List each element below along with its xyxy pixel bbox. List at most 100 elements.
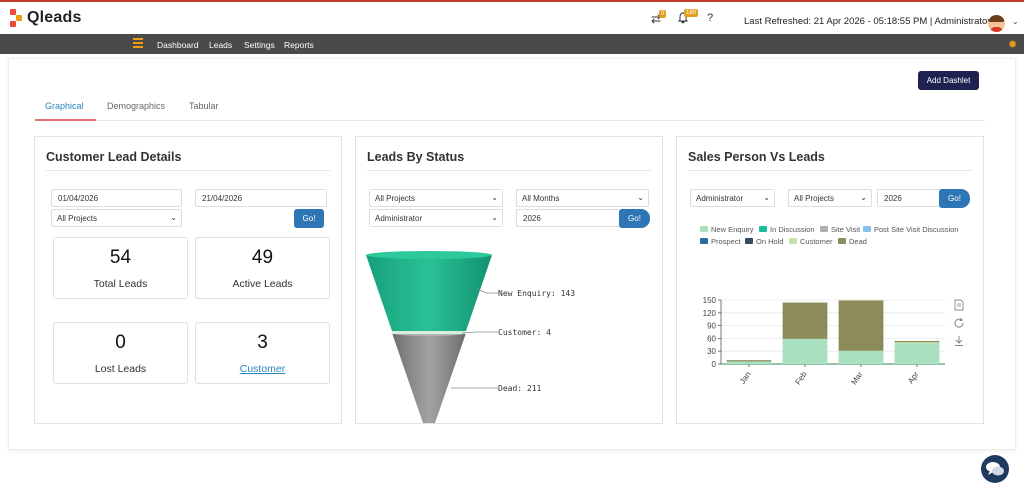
- divider: [46, 170, 330, 171]
- legend-label: Post Site Visit Discussion: [874, 225, 959, 234]
- divider: [688, 170, 972, 171]
- customer-link[interactable]: Customer: [196, 363, 329, 375]
- leads-by-status-card: Leads By Status All Projects ⌄ All Month…: [355, 136, 663, 424]
- x-tick-label: Apr: [906, 370, 921, 386]
- funnel-new-enquiry: [366, 255, 492, 331]
- nav-dashboard[interactable]: Dashboard: [157, 40, 199, 50]
- app-logo[interactable]: Qleads: [10, 9, 82, 27]
- chevron-down-icon: ⌄: [860, 193, 867, 202]
- funnel-customer: [392, 331, 466, 334]
- legend-item[interactable]: Post Site Visit Discussion: [863, 225, 958, 234]
- download-icon[interactable]: [953, 335, 965, 347]
- project-select[interactable]: All Projects ⌄: [51, 209, 182, 227]
- active-leads-value: 49: [251, 247, 274, 268]
- tab-tabular[interactable]: Tabular: [189, 101, 219, 111]
- go-button[interactable]: Go!: [294, 209, 324, 228]
- month-select-value: All Months: [522, 194, 560, 203]
- bar-dead-feb: [782, 302, 828, 339]
- card-title: Leads By Status: [367, 150, 465, 164]
- y-tick-label: 0: [712, 360, 717, 369]
- bar-dead-apr: [894, 340, 940, 343]
- legend-label: New Enquiry: [711, 225, 754, 234]
- customer-lead-card: Customer Lead Details 01/04/2026 21/04/2…: [34, 136, 342, 424]
- legend-item[interactable]: Prospect: [700, 237, 741, 246]
- nav-reports[interactable]: Reports: [284, 40, 314, 50]
- nav-leads[interactable]: Leads: [209, 40, 232, 50]
- from-date-field[interactable]: 01/04/2026: [51, 189, 182, 207]
- year-field[interactable]: 2026: [516, 209, 620, 227]
- legend-item[interactable]: In Discussion: [759, 225, 815, 234]
- transfer-badge: 0: [659, 10, 667, 18]
- legend-item[interactable]: New Enquiry: [700, 225, 754, 234]
- legend-label: In Discussion: [770, 225, 815, 234]
- legend-swatch: [789, 238, 797, 244]
- go-button[interactable]: Go!: [619, 209, 650, 228]
- lost-leads-card[interactable]: 0 Lost Leads: [53, 322, 188, 384]
- bar-new-enquiry-apr: [894, 343, 940, 364]
- total-leads-card[interactable]: 54 Total Leads: [53, 237, 188, 299]
- funnel-label-line-2: [461, 331, 498, 334]
- user-select[interactable]: Administrator ⌄: [690, 189, 775, 207]
- funnel-label-customer: Customer: 4: [498, 328, 551, 337]
- legend-swatch: [820, 226, 828, 232]
- help-icon[interactable]: ?: [707, 12, 713, 24]
- bar-new-enquiry-jan: [726, 361, 772, 364]
- bar-new-enquiry-mar: [838, 350, 884, 364]
- customer-card: 3 Customer: [195, 322, 330, 384]
- legend-item[interactable]: On Hold: [745, 237, 784, 246]
- divider: [367, 170, 651, 171]
- go-button[interactable]: Go!: [939, 189, 970, 208]
- user-select[interactable]: Administrator ⌄: [369, 209, 503, 227]
- x-tick-label: Mar: [849, 370, 864, 387]
- chevron-down-icon: ⌄: [491, 193, 498, 202]
- active-leads-label: Active Leads: [232, 278, 293, 290]
- y-tick-label: 150: [703, 296, 717, 305]
- user-select-value: Administrator: [696, 194, 744, 203]
- lost-leads-value: 0: [115, 332, 126, 353]
- legend-label: Dead: [849, 237, 867, 246]
- card-title: Sales Person Vs Leads: [688, 150, 825, 164]
- project-select[interactable]: All Projects ⌄: [788, 189, 872, 207]
- legend-item[interactable]: Customer: [789, 237, 833, 246]
- chevron-down-icon: ⌄: [170, 213, 177, 222]
- y-tick-label: 90: [707, 322, 716, 331]
- year-field[interactable]: 2026: [877, 189, 940, 207]
- bar-customer-apr: [894, 342, 940, 344]
- tabs-divider: [35, 120, 985, 121]
- funnel-top: [366, 251, 492, 259]
- main-navbar: Dashboard Leads Settings Reports ✹: [0, 34, 1024, 54]
- project-select[interactable]: All Projects ⌄: [369, 189, 503, 207]
- legend-item[interactable]: Dead: [838, 237, 867, 246]
- chart-legend: New Enquiry In Discussion Site Visit Pos…: [677, 225, 985, 249]
- qleads-logo-icon: [10, 9, 24, 27]
- gear-icon[interactable]: ✹: [1008, 38, 1017, 51]
- document-icon[interactable]: [953, 299, 965, 311]
- avatar[interactable]: [988, 15, 1005, 32]
- active-leads-card[interactable]: 49 Active Leads: [195, 237, 330, 299]
- refresh-icon[interactable]: [953, 317, 965, 329]
- menu-icon[interactable]: [133, 38, 143, 50]
- legend-swatch: [745, 238, 753, 244]
- chevron-down-icon[interactable]: ⌄: [1012, 17, 1019, 26]
- legend-label: Prospect: [711, 237, 741, 246]
- chevron-down-icon: ⌄: [491, 213, 498, 222]
- nav-settings[interactable]: Settings: [244, 40, 275, 50]
- project-select-value: All Projects: [375, 194, 416, 203]
- customer-value: 3: [257, 332, 268, 353]
- legend-label: Customer: [800, 237, 833, 246]
- tab-demographics[interactable]: Demographics: [107, 101, 165, 111]
- card-title: Customer Lead Details: [46, 150, 182, 164]
- chat-icon[interactable]: [981, 455, 1009, 483]
- legend-item[interactable]: Site Visit: [820, 225, 860, 234]
- total-leads-label: Total Leads: [93, 278, 148, 290]
- bar-new-enquiry-feb: [782, 338, 828, 364]
- x-tick-label: Feb: [793, 370, 809, 387]
- funnel-label-new-enquiry: New Enquiry: 143: [498, 289, 575, 298]
- to-date-field[interactable]: 21/04/2026: [195, 189, 327, 207]
- y-tick-label: 30: [707, 347, 716, 356]
- project-select-value: All Projects: [57, 214, 98, 223]
- month-select[interactable]: All Months ⌄: [516, 189, 649, 207]
- legend-swatch: [700, 226, 708, 232]
- tab-graphical[interactable]: Graphical: [45, 101, 84, 111]
- add-dashlet-button[interactable]: Add Dashlet: [918, 71, 979, 90]
